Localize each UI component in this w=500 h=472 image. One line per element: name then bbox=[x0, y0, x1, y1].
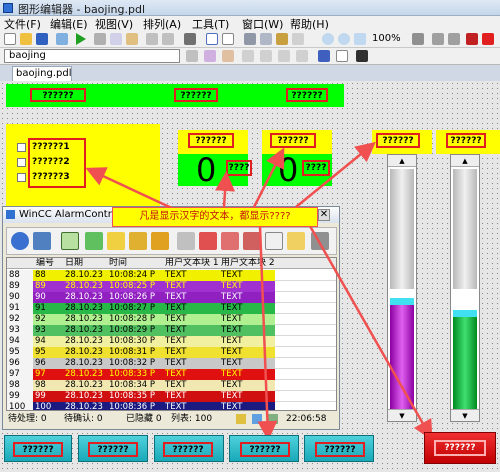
bottom-button-4-label: ?????? bbox=[240, 442, 290, 457]
arrow-to-bottom-button bbox=[257, 225, 278, 441]
bottom-button-1-label: ?????? bbox=[13, 442, 63, 457]
annotation-arrows bbox=[85, 141, 433, 441]
alarm-close-icon[interactable]: ✕ bbox=[318, 209, 330, 221]
bottom-button-5-label: ?????? bbox=[315, 442, 365, 457]
arrow-to-unit-1 bbox=[215, 171, 236, 208]
annotation-callout: 凡是显示汉字的文本，都显示???? bbox=[112, 207, 318, 227]
bottom-button-3-label: ?????? bbox=[163, 442, 213, 457]
bottom-button-2-label: ?????? bbox=[88, 442, 138, 457]
arrow-to-label-2 bbox=[252, 147, 285, 208]
red-alarm-button-label: ?????? bbox=[434, 440, 486, 456]
arrow-to-checkboxes bbox=[85, 167, 177, 212]
arrow-to-red-button bbox=[308, 225, 433, 441]
arrow-to-slider-label bbox=[295, 141, 376, 208]
